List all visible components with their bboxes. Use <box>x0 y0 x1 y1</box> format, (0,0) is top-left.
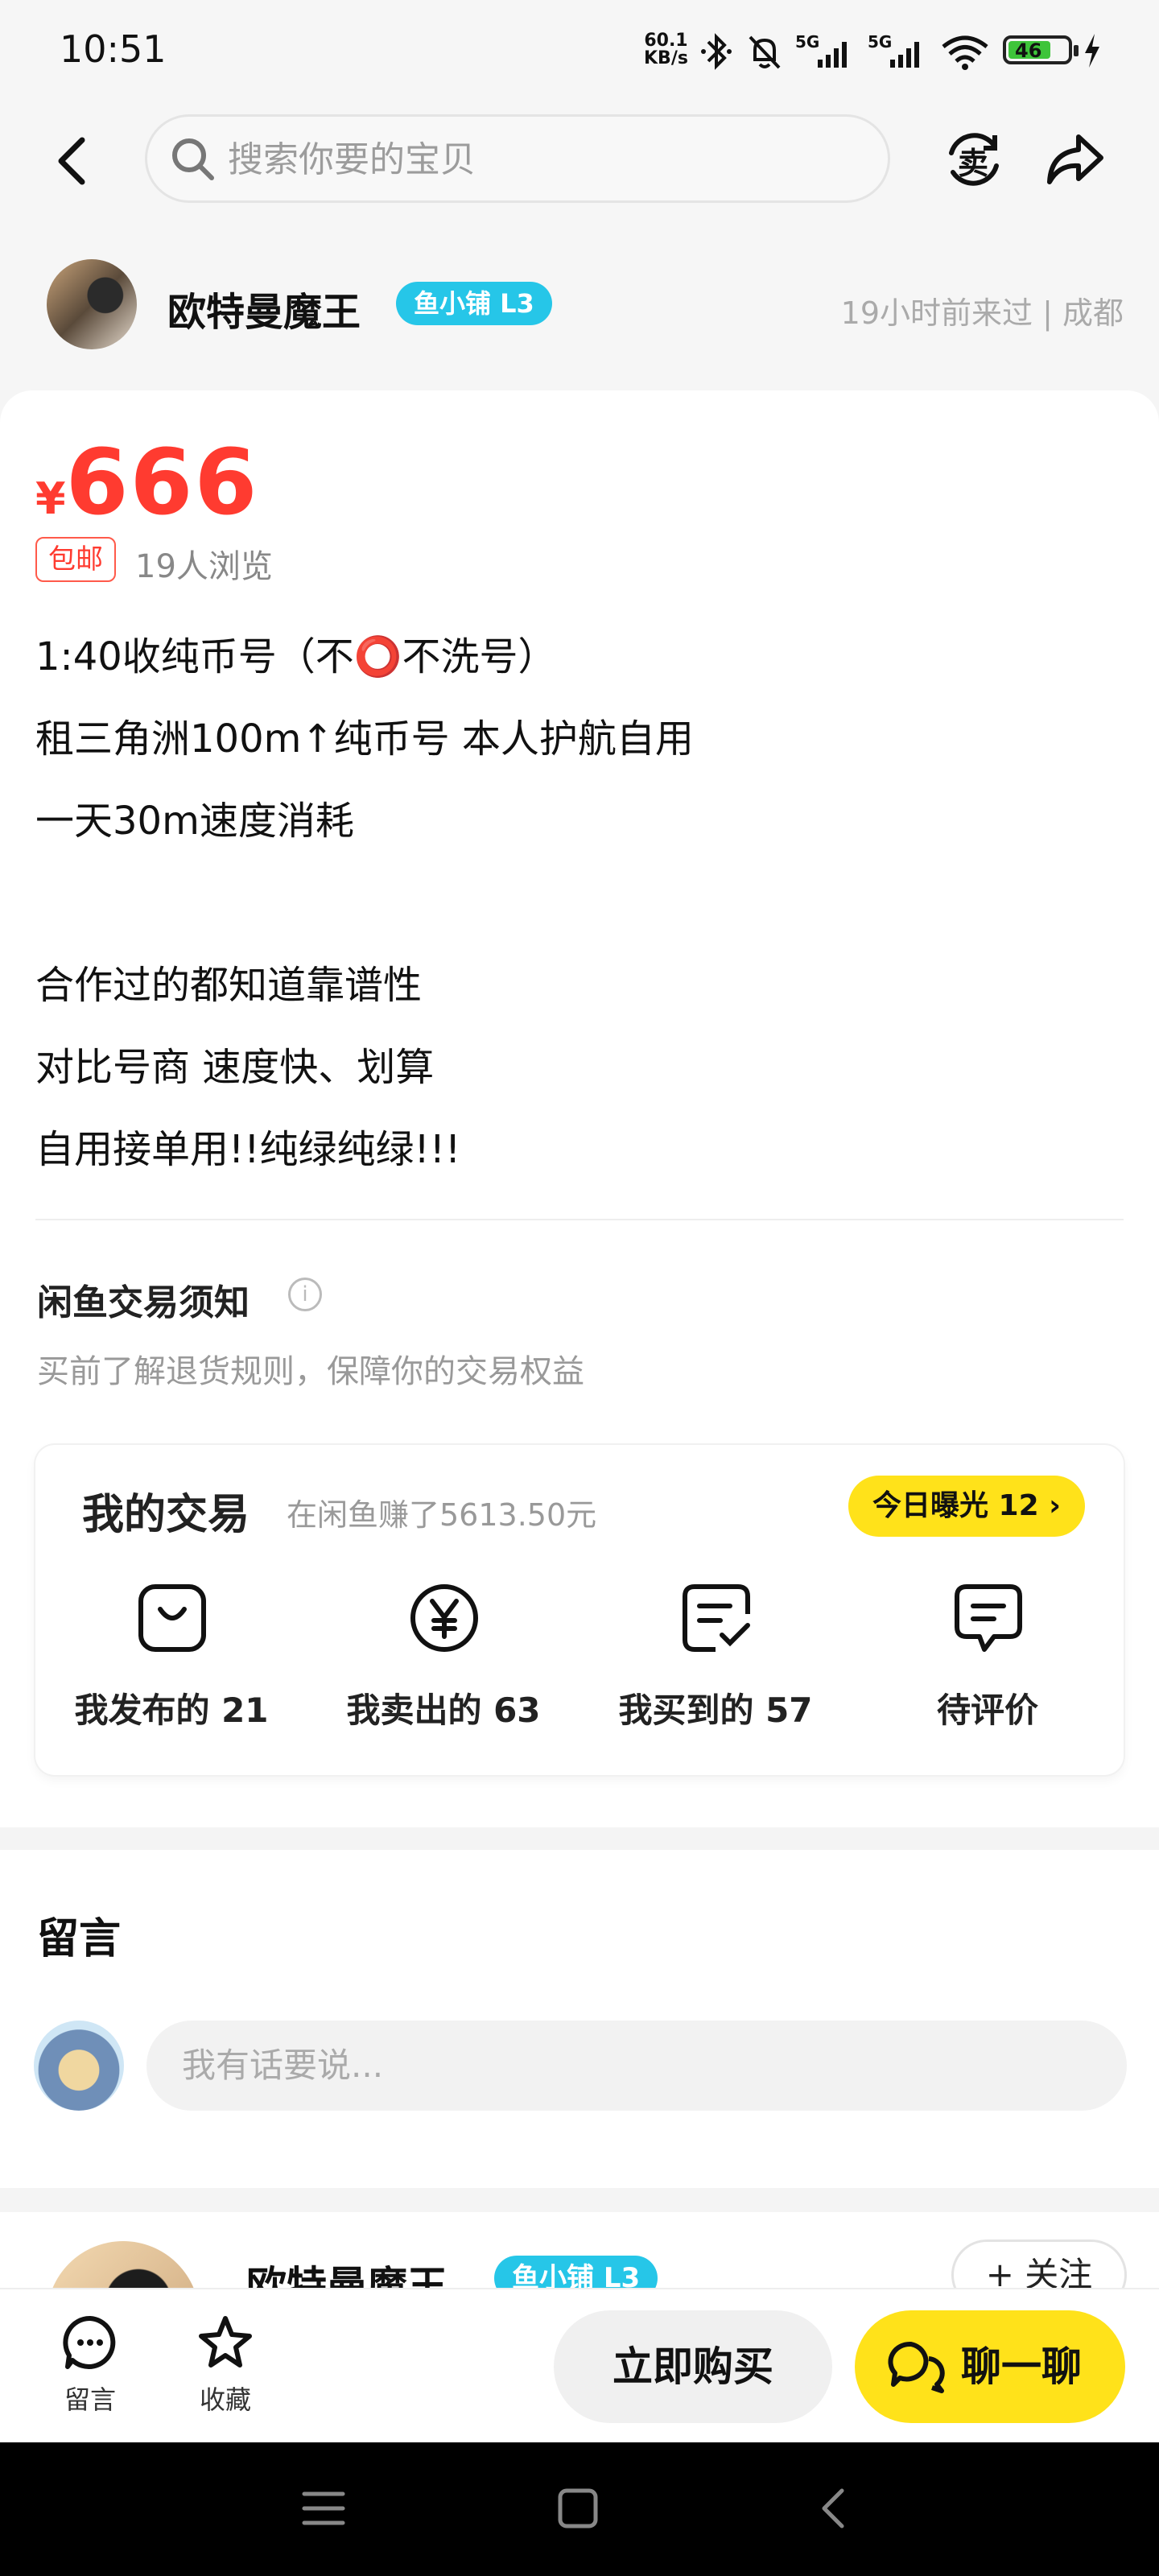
sell-icon[interactable]: 卖 <box>943 129 1004 190</box>
price: ¥666 <box>35 431 258 535</box>
back-arrow-icon[interactable] <box>48 129 97 193</box>
yen-icon <box>410 1584 478 1652</box>
search-icon <box>172 138 214 180</box>
seller-name[interactable]: 欧特曼魔王 <box>167 280 361 336</box>
buy-now-button[interactable]: 立即购买 <box>554 2310 832 2423</box>
comment-input[interactable]: 我有话要说... <box>146 2021 1127 2111</box>
battery-level: 46 <box>1015 39 1042 62</box>
earned-amount: 在闲鱼赚了5613.50元 <box>287 1497 597 1533</box>
my-trade-panel: 我的交易 在闲鱼赚了5613.50元 今日曝光 12 › 我发布的 21 我卖出… <box>35 1445 1124 1775</box>
seller-last-seen: 19小时前来过 | 成都 <box>840 295 1124 331</box>
charging-icon <box>1085 34 1099 68</box>
back-nav-icon[interactable] <box>811 2486 856 2531</box>
chat-button[interactable]: 聊一聊 <box>855 2310 1125 2423</box>
chat-icon <box>888 2341 945 2393</box>
status-bar: 10:51 60.1 KB/s 5G 5G 46 <box>0 0 1159 105</box>
trade-item-label: 我发布的 21 <box>74 1690 269 1730</box>
trade-item-label: 待评价 <box>936 1690 1038 1730</box>
seller-level-badge: 鱼小铺 L3 <box>396 282 552 325</box>
divider <box>35 1219 1124 1220</box>
comments-title: 留言 <box>37 1915 122 1963</box>
home-icon[interactable] <box>555 2486 600 2531</box>
description-line: 1:40收纯币号（不⭕不洗号） <box>35 634 557 679</box>
trade-notice-title[interactable]: 闲鱼交易须知 <box>37 1274 250 1325</box>
battery-icon: 46 <box>1003 35 1079 64</box>
comment-icon <box>955 1584 1022 1652</box>
description-line: 自用接单用!!纯绿纯绿!!! <box>35 1127 461 1172</box>
comments-section: 留言 我有话要说... <box>0 1850 1159 2188</box>
description-line: 租三角洲100m↑纯币号 本人护航自用 <box>35 716 694 762</box>
product-description: 1:40收纯币号（不⭕不洗号） 租三角洲100m↑纯币号 本人护航自用 一天30… <box>35 616 1130 1191</box>
bottom-action-bar: 留言 收藏 立即购买 聊一聊 <box>0 2288 1159 2442</box>
wifi-icon <box>942 35 988 70</box>
description-line: 合作过的都知道靠谱性 <box>35 963 423 1008</box>
follow-button[interactable]: + 关注 <box>951 2240 1127 2293</box>
sell-icon-glyph: 卖 <box>958 146 989 181</box>
search-input[interactable] <box>228 133 856 186</box>
menu-icon[interactable] <box>301 2486 346 2531</box>
trade-item-published[interactable]: 我发布的 21 <box>35 1582 307 1743</box>
top-bar: 卖 <box>0 105 1159 217</box>
network-speed-unit: KB/s <box>644 48 688 68</box>
signal-icon-2: 5G <box>868 32 929 71</box>
mute-bell-icon <box>749 35 781 69</box>
seller-avatar[interactable] <box>47 259 137 349</box>
description-line: 对比号商 速度快、划算 <box>35 1045 435 1090</box>
seller-avatar[interactable] <box>47 2241 200 2293</box>
checklist-icon <box>683 1584 750 1652</box>
price-value: 666 <box>65 431 259 535</box>
network-speed-value: 60.1 <box>644 31 688 51</box>
description-line: 一天30m速度消耗 <box>35 799 354 844</box>
share-icon[interactable] <box>1043 129 1107 190</box>
star-icon <box>199 2316 252 2368</box>
my-trade-title: 我的交易 <box>82 1491 250 1539</box>
favorite-button[interactable]: 收藏 <box>177 2314 274 2417</box>
trade-item-bought[interactable]: 我买到的 57 <box>580 1582 852 1743</box>
today-exposure-button[interactable]: 今日曝光 12 › <box>848 1476 1086 1537</box>
chat-bubble-icon <box>63 2315 116 2369</box>
bag-icon <box>138 1584 206 1652</box>
trade-item-label: 我买到的 57 <box>618 1690 813 1730</box>
search-bar[interactable] <box>145 114 890 203</box>
trade-notice-subtitle[interactable]: 买前了解退货规则，保障你的交易权益 <box>37 1345 584 1392</box>
status-time: 10:51 <box>60 27 167 71</box>
trade-item-to-review[interactable]: 待评价 <box>852 1582 1124 1743</box>
comment-button-label: 留言 <box>64 2384 116 2415</box>
section-separator <box>0 1827 1159 1850</box>
product-card: ¥666 包邮 19人浏览 1:40收纯币号（不⭕不洗号） 租三角洲100m↑纯… <box>0 390 1159 1827</box>
info-icon[interactable]: i <box>288 1278 322 1311</box>
seller-header[interactable]: 欧特曼魔王 鱼小铺 L3 19小时前来过 | 成都 <box>0 217 1159 390</box>
comment-button[interactable]: 留言 <box>42 2314 138 2417</box>
description-line <box>35 862 1130 944</box>
status-icons: 5G 5G <box>699 29 990 74</box>
system-nav-bar <box>0 2442 1159 2576</box>
view-count: 19人浏览 <box>135 548 273 585</box>
user-avatar <box>34 2021 124 2111</box>
price-currency: ¥ <box>35 473 66 524</box>
seller-card[interactable]: 欧特曼魔王 鱼小铺 L3 + 关注 <box>0 2212 1159 2293</box>
signal-icon: 5G <box>795 32 856 71</box>
chat-button-label: 聊一聊 <box>961 2343 1082 2390</box>
seller-name[interactable]: 欧特曼魔王 <box>246 2254 448 2293</box>
trade-item-sold[interactable]: 我卖出的 63 <box>307 1582 580 1743</box>
section-separator <box>0 2188 1159 2212</box>
free-shipping-tag: 包邮 <box>35 537 116 582</box>
trade-item-label: 我卖出的 63 <box>346 1690 541 1730</box>
favorite-button-label: 收藏 <box>199 2384 251 2415</box>
bluetooth-icon <box>701 33 732 70</box>
network-speed: 60.1 KB/s <box>644 32 688 68</box>
